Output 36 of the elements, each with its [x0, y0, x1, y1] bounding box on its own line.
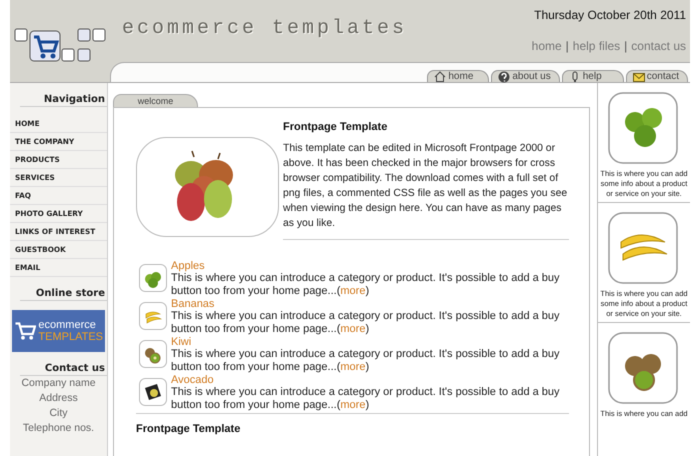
apples-icon — [139, 264, 167, 292]
envelope-icon — [632, 70, 645, 82]
link-separator: | — [624, 39, 628, 53]
section-title: Navigation — [20, 83, 107, 107]
banner-text: ecommerce — [38, 319, 97, 331]
contact-text: Address — [38, 391, 79, 406]
link-separator: | — [566, 39, 569, 53]
nav-tab[interactable]: home — [427, 70, 490, 82]
avocado-icon — [139, 378, 167, 406]
contact-text: Telephone nos. — [22, 421, 96, 436]
product-description: This is where you can introduce a category or product. It's possible to add a buy button too from your home page...(more) — [171, 272, 561, 297]
nav-tab[interactable]: help — [562, 70, 624, 82]
nav-tab[interactable]: contact — [626, 70, 688, 82]
product-description: This is where you can introduce a category or product. It's possible to add a buy button too from your home page...(more) — [171, 348, 561, 373]
contact-text: Company name — [20, 376, 97, 391]
date-text: Thursday October 20th 2011 — [534, 8, 686, 22]
house-icon — [434, 70, 446, 82]
section-heading: Frontpage Template — [136, 423, 242, 435]
section-title: Online store — [20, 277, 107, 301]
banner-text: TEMPLATES — [38, 331, 103, 343]
product-description: This is where you can introduce a category or product. It's possible to add a buy button too from your home page...(more) — [171, 386, 561, 411]
intro-paragraph: This template can be edited in Microsoft Frontpage 2000 or above. It has been checked in the major browsers for cross browser compatibility. The download comes with a full set of png files, a commented CSS file as well as the pages you see when viewing the design here. You can have as many pages as you like. — [283, 142, 568, 231]
nav-tab[interactable]: about us — [491, 70, 560, 82]
tab-label: contact — [646, 71, 679, 82]
tab-label: help — [582, 71, 602, 82]
kiwi-icon — [139, 340, 167, 368]
content-tab[interactable]: welcome — [113, 94, 198, 107]
product-description: This is where you can introduce a category or product. It's possible to add a buy button too from your home page...(more) — [171, 310, 561, 335]
section-heading: Frontpage Template — [283, 121, 388, 133]
tab-label: home — [448, 71, 474, 82]
site-title: ecommerce templates — [122, 17, 408, 42]
store-banner[interactable]: ecommerce TEMPLATES — [12, 310, 105, 352]
bananas-icon — [139, 302, 167, 330]
section-title: Contact us — [20, 352, 107, 376]
tab-label: about us — [512, 71, 551, 82]
contact-text: City — [48, 406, 69, 421]
